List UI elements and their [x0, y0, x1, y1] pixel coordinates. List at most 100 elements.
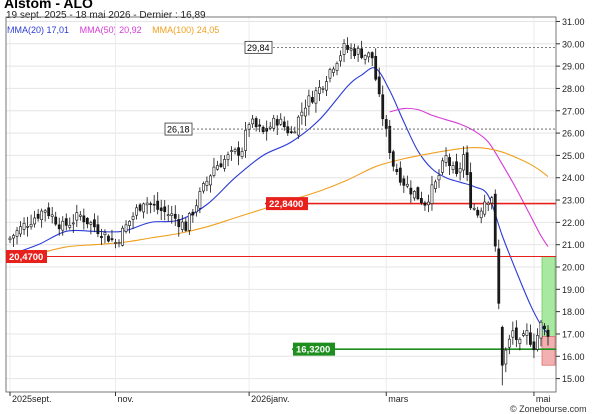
candle-body [163, 206, 167, 213]
candle [395, 163, 399, 175]
candle-body [342, 43, 346, 55]
candle-body [117, 242, 121, 244]
candle-body [497, 248, 501, 304]
candle [377, 67, 381, 98]
candle [479, 207, 483, 224]
y-axis: 15.00 16.00 17.00 18.00 19.00 20.00 21.00 22.00… [556, 17, 585, 384]
candle-body [490, 197, 494, 204]
candle-body [142, 203, 146, 213]
candle-body [230, 150, 233, 152]
candle-body [514, 327, 518, 340]
candle [420, 191, 423, 205]
candle-body [395, 169, 399, 173]
dashed-level-label: 29,84 [247, 43, 270, 53]
candle [152, 194, 156, 212]
candle [500, 325, 504, 386]
candle-body [219, 163, 223, 167]
candle [349, 43, 353, 59]
candle [332, 66, 335, 77]
candle-body [107, 235, 110, 242]
candle [117, 239, 121, 248]
candle-body [82, 215, 86, 223]
candle-body [244, 129, 247, 151]
candle [521, 330, 525, 338]
candle [476, 206, 480, 218]
y-tick-label: 20.00 [562, 263, 585, 273]
candle [180, 214, 184, 233]
candle [114, 238, 117, 249]
candle [135, 204, 138, 220]
candle-body [420, 198, 423, 203]
candle-body [156, 200, 160, 210]
candle [107, 234, 110, 243]
candle-body [434, 181, 437, 189]
candle [279, 113, 283, 126]
candle-body [216, 165, 219, 170]
candle-body [374, 56, 378, 80]
candle [226, 151, 230, 167]
candle-body [64, 218, 68, 226]
candle-body [472, 207, 476, 210]
x-axis: 2025sept. nov. 2026janv. mars mai [9, 392, 551, 404]
y-tick-label: 27.00 [562, 106, 585, 116]
candle-body [388, 125, 392, 154]
candle [149, 201, 153, 214]
candle-body [237, 147, 240, 156]
candle [416, 186, 420, 201]
candle-body [458, 168, 462, 173]
y-tick-label: 24.00 [562, 173, 585, 183]
candle-body [233, 149, 237, 152]
candle [156, 192, 160, 215]
candle [293, 126, 297, 134]
candle-body [78, 214, 82, 217]
candle-body [47, 207, 51, 217]
candle-body [377, 76, 381, 95]
candle [412, 190, 416, 201]
candle-body [448, 157, 451, 166]
candle [427, 194, 430, 213]
candle-body [100, 236, 103, 238]
y-tick-label: 30.00 [562, 39, 585, 49]
candle [230, 146, 233, 161]
x-tick-label: mai [536, 394, 551, 404]
candle [93, 213, 96, 233]
candle-body [152, 203, 156, 206]
candle [328, 67, 332, 83]
candle [398, 161, 402, 186]
candle [374, 48, 378, 82]
candle [289, 126, 293, 134]
y-tick-label: 23.00 [562, 196, 585, 206]
candle-body [451, 165, 455, 170]
level-label-2: 16,3200 [296, 345, 330, 356]
candle [233, 147, 237, 155]
candle [311, 90, 314, 104]
candle [441, 157, 444, 176]
candle [163, 200, 167, 221]
candle [237, 141, 240, 166]
candle-body [321, 87, 325, 90]
candle [275, 115, 279, 136]
candle-body [325, 81, 328, 91]
candle-body [423, 202, 427, 206]
candle [258, 119, 262, 133]
candle [318, 80, 321, 101]
candle-body [307, 95, 311, 107]
candle-body [521, 333, 525, 336]
candle [529, 324, 532, 347]
candle-body [427, 201, 430, 206]
candle-body [349, 48, 353, 51]
candle [194, 199, 198, 217]
candle-body [360, 48, 364, 58]
candle [68, 217, 72, 230]
candle [507, 334, 511, 355]
candle-body [465, 152, 469, 176]
candle-body [103, 232, 107, 235]
candle [493, 189, 497, 252]
candle-body [441, 160, 444, 173]
candle-body [412, 191, 416, 199]
candle-body [539, 321, 543, 339]
candle [303, 99, 307, 127]
candle-body [26, 226, 29, 228]
candle-body [187, 213, 191, 231]
candle-body [50, 214, 54, 217]
